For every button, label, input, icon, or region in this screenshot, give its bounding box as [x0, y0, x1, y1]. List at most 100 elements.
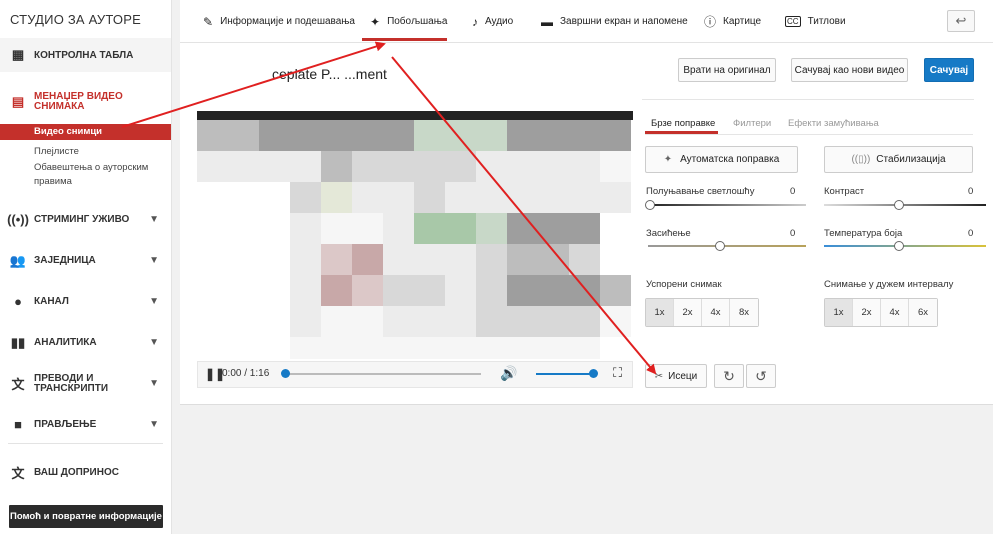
rotate-right-button[interactable]: ↻ — [714, 364, 744, 388]
temperature-slider[interactable] — [824, 245, 986, 247]
slowmo-option[interactable]: 1x — [646, 299, 674, 326]
rotate-left-button[interactable]: ↺ — [746, 364, 776, 388]
video-pixel-block — [321, 244, 352, 275]
slowmo-option[interactable]: 4x — [702, 299, 730, 326]
saturation-knob[interactable] — [715, 241, 725, 251]
slowmo-option[interactable]: 2x — [674, 299, 702, 326]
slowmo-option[interactable]: 8x — [730, 299, 758, 326]
sidebar-item-community[interactable]: 👥 ЗАЈЕДНИЦА ▼ — [0, 240, 171, 281]
timelapse-option[interactable]: 2x — [853, 299, 881, 326]
video-pixel-block — [228, 244, 259, 275]
video-pixel-block — [383, 182, 414, 213]
sidebar-item-channel[interactable]: ● КАНАЛ ▼ — [0, 281, 171, 322]
video-pixel-block — [197, 151, 228, 182]
video-pixel-block — [476, 275, 507, 306]
tab-subtitles[interactable]: CC Титлови — [785, 0, 846, 43]
video-pixel-block — [600, 337, 631, 359]
save-as-new-button[interactable]: Сачувај као нови видео — [791, 58, 908, 82]
sidebar-item-video-manager[interactable]: ▤ МЕНАЏЕР ВИДЕО СНИМАКА — [0, 80, 171, 124]
video-pixel-block — [352, 151, 383, 182]
contrast-knob[interactable] — [894, 200, 904, 210]
studio-title[interactable]: СТУДИО ЗА АУТОРЕ — [0, 0, 171, 38]
video-pixel-block — [228, 306, 259, 337]
video-preview[interactable] — [197, 111, 633, 359]
sidebar-sub-copyright[interactable]: Обавештења о ауторским правима — [0, 160, 171, 189]
stabilize-button[interactable]: ((▯)) Стабилизација — [824, 146, 973, 173]
timelapse-option[interactable]: 1x — [825, 299, 853, 326]
video-pixel-block — [538, 275, 569, 306]
timelapse-option[interactable]: 4x — [881, 299, 909, 326]
sidebar-item-live[interactable]: ((•)) СТРИМИНГ УЖИВО ▼ — [0, 199, 171, 240]
video-pixel-block — [445, 337, 476, 359]
tab-info[interactable]: ✎ Информације и подешавања — [203, 0, 355, 43]
trim-button[interactable]: ✂ Исеци — [645, 364, 707, 388]
fill-light-slider[interactable] — [648, 204, 806, 206]
seek-track[interactable] — [285, 373, 481, 375]
player-time: 0:00 / 1:16 — [222, 368, 270, 379]
temperature-knob[interactable] — [894, 241, 904, 251]
cc-icon: CC — [785, 16, 801, 27]
timelapse-option[interactable]: 6x — [909, 299, 937, 326]
subtab-filters[interactable]: Филтери — [733, 118, 771, 129]
volume-track[interactable] — [536, 373, 593, 375]
video-pixel-block — [600, 151, 631, 182]
slowmo-label: Успорени снимак — [646, 279, 722, 290]
back-button[interactable]: ↩ — [947, 10, 975, 32]
tab-label: Картице — [723, 16, 762, 27]
video-pixel-block — [445, 244, 476, 275]
sidebar-item-contribution[interactable]: 文 ВАШ ДОПРИНОС — [0, 462, 129, 482]
sidebar-item-analytics[interactable]: ▮▮ АНАЛИТИКА ▼ — [0, 322, 171, 363]
auto-fix-button[interactable]: ✦ Аутоматска поправка — [645, 146, 798, 173]
video-pixel-block — [414, 213, 445, 244]
analytics-icon: ▮▮ — [10, 334, 26, 350]
sidebar-item-dashboard[interactable]: ▦ КОНТРОЛНА ТАБЛА — [0, 38, 171, 72]
tab-cards[interactable]: ⓘ Картице — [704, 0, 761, 43]
saturation-slider[interactable] — [648, 245, 806, 247]
video-camera-icon: ■ — [14, 417, 22, 432]
contrast-slider[interactable] — [824, 204, 986, 206]
rotate-right-icon: ↻ — [723, 367, 735, 384]
dashboard-icon: ▦ — [11, 47, 25, 62]
sidebar-sub-videos[interactable]: Видео снимци — [0, 124, 171, 140]
subtab-quick-fixes[interactable]: Брзе поправке — [651, 118, 715, 129]
tab-enhancements[interactable]: ✦ Побољшања — [370, 0, 447, 43]
sidebar-item-create[interactable]: ■ ПРАВЉЕЊЕ ▼ — [0, 404, 171, 445]
sidebar-item-label: ПРЕВОДИ И ТРАНСКРИПТИ — [34, 372, 109, 394]
volume-icon[interactable]: 🔊 — [500, 365, 517, 382]
video-pixel-block — [600, 275, 631, 306]
magic-wand-icon: ✦ — [370, 14, 381, 29]
video-pixel-block — [414, 182, 445, 213]
subtab-blur[interactable]: Ефекти замућивања — [788, 118, 879, 129]
video-pixel-block — [538, 213, 569, 244]
video-pixel-block — [228, 337, 259, 359]
video-pixel-block — [538, 182, 569, 213]
seek-knob[interactable] — [281, 369, 290, 378]
sidebar-item-translations[interactable]: 文 ПРЕВОДИ И ТРАНСКРИПТИ ▼ — [0, 363, 171, 404]
video-pixel-block — [383, 213, 414, 244]
video-pixel-block — [290, 213, 321, 244]
video-pixel-block — [197, 275, 228, 306]
auto-fix-label: Аутоматска поправка — [680, 154, 780, 165]
save-button[interactable]: Сачувај — [924, 58, 974, 82]
video-pixel-block — [383, 306, 414, 337]
video-pixel-block — [476, 120, 507, 151]
video-pixel-block — [538, 151, 569, 182]
video-pixel-block — [290, 182, 321, 213]
tab-audio[interactable]: ♪ Аудио — [472, 0, 513, 43]
revert-button[interactable]: Врати на оригинал — [678, 58, 776, 82]
video-pixel-block — [414, 151, 445, 182]
tab-endscreen[interactable]: ▬ Завршни екран и напомене — [541, 0, 688, 43]
help-feedback-button[interactable]: Помоћ и повратне информације — [9, 505, 163, 528]
translate-icon: 文 — [11, 465, 25, 481]
fill-light-knob[interactable] — [645, 200, 655, 210]
fullscreen-icon[interactable]: ⛶ — [613, 365, 622, 381]
volume-knob[interactable] — [589, 369, 598, 378]
video-pixel-block — [600, 120, 631, 151]
chevron-down-icon: ▼ — [149, 419, 159, 430]
video-pixel-block — [352, 120, 383, 151]
video-pixel-block — [569, 275, 600, 306]
video-pixel-block — [321, 120, 352, 151]
saturation-label: Засићење — [646, 228, 691, 239]
video-pixel-block — [321, 213, 352, 244]
sidebar-sub-playlists[interactable]: Плејлисте — [0, 144, 171, 160]
